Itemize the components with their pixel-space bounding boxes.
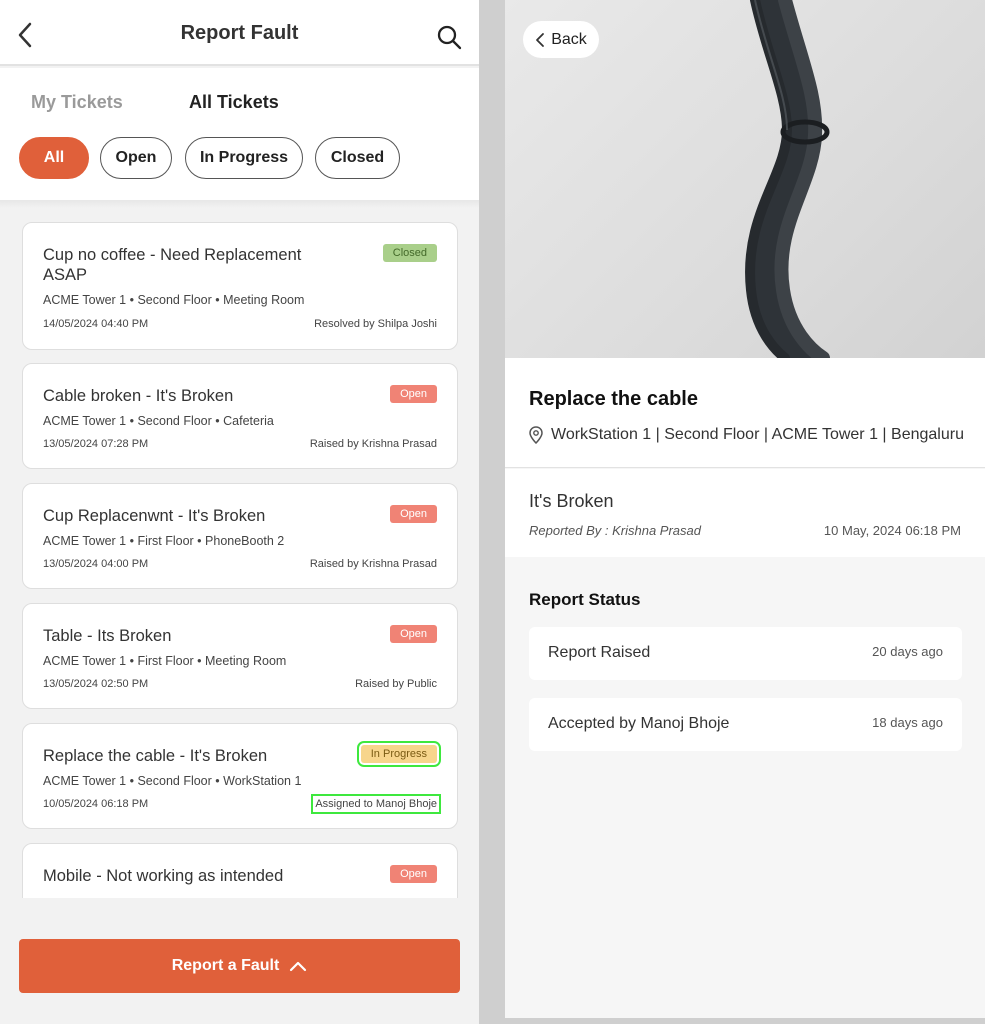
address-text: WorkStation 1 | Second Floor | ACME Towe… xyxy=(551,426,964,443)
back-button[interactable]: Back xyxy=(523,21,599,58)
ticket-location: ACME Tower 1 • First Floor • Meeting Roo… xyxy=(43,654,287,668)
ticket-list-panel: Report Fault My Tickets All Tickets All … xyxy=(0,0,479,1024)
ticket-description: It's Broken Reported By : Krishna Prasad… xyxy=(505,469,985,557)
ticket-title: Replace the cable - It's Broken xyxy=(43,747,268,765)
filter-open-button[interactable]: Open xyxy=(100,137,172,179)
back-label: Back xyxy=(551,30,587,48)
ticket-title: Cable broken - It's Broken xyxy=(43,387,234,405)
ticket-title: Cup no coffee - Need Replacement ASAP xyxy=(43,246,302,284)
ticket-card[interactable]: Cup no coffee - Need Replacement ASAP Cl… xyxy=(22,222,458,350)
reported-by: Reported By : Krishna Prasad xyxy=(529,523,701,538)
ticket-location: ACME Tower 1 • Second Floor • WorkStatio… xyxy=(43,774,302,788)
ticket-location: ACME Tower 1 • First Floor • PhoneBooth … xyxy=(43,534,285,548)
ticket-date: 10/05/2024 06:18 PM xyxy=(43,798,149,810)
divider xyxy=(0,200,479,208)
status-label: Accepted by Manoj Bhoje xyxy=(548,715,730,732)
filter-closed-button[interactable]: Closed xyxy=(315,137,400,179)
chevron-up-icon xyxy=(290,961,307,972)
ticket-person: Raised by Krishna Prasad xyxy=(309,558,437,570)
ticket-date: 13/05/2024 02:50 PM xyxy=(43,678,149,690)
search-icon[interactable] xyxy=(436,24,462,50)
status-badge: In Progress xyxy=(356,741,442,767)
status-label: Report Raised xyxy=(548,644,651,661)
reported-date: 10 May, 2024 06:18 PM xyxy=(823,523,961,538)
tab-all-tickets[interactable]: All Tickets xyxy=(189,92,279,113)
description-text: It's Broken xyxy=(529,491,614,511)
ticket-title: Table - Its Broken xyxy=(43,627,172,645)
location-pin-icon xyxy=(529,426,543,444)
ticket-detail-panel: Back Replace the cable WorkStation 1 | S… xyxy=(505,0,985,1018)
status-badge: Closed xyxy=(382,244,437,262)
ticket-card[interactable]: Replace the cable - It's Broken In Progr… xyxy=(22,723,458,829)
ticket-date: 13/05/2024 07:28 PM xyxy=(43,438,149,450)
top-bar: Report Fault xyxy=(0,0,479,66)
status-time: 18 days ago xyxy=(872,715,943,730)
ticket-person: Raised by Krishna Prasad xyxy=(309,438,437,450)
status-time: 20 days ago xyxy=(872,644,943,659)
ticket-person: Assigned to Manoj Bhoje xyxy=(311,794,441,814)
page-title: Report Fault xyxy=(180,22,299,44)
ticket-date: 13/05/2024 04:00 PM xyxy=(43,558,149,570)
ticket-title: Mobile - Not working as intended xyxy=(43,867,284,885)
ticket-person: Raised by Public xyxy=(355,678,437,690)
status-item: Accepted by Manoj Bhoje 18 days ago xyxy=(529,698,962,751)
status-badge: Open xyxy=(390,865,437,883)
filter-all-button[interactable]: All xyxy=(19,137,89,179)
status-badge: Open xyxy=(390,385,437,403)
ticket-info: Replace the cable WorkStation 1 | Second… xyxy=(505,358,985,468)
ticket-list[interactable]: Cup no coffee - Need Replacement ASAP Cl… xyxy=(22,222,458,898)
ticket-card[interactable]: Mobile - Not working as intended Open xyxy=(22,843,458,898)
status-badge: Open xyxy=(390,625,437,643)
ticket-location: ACME Tower 1 • Second Floor • Cafeteria xyxy=(43,414,274,428)
filter-section: My Tickets All Tickets All Open In Progr… xyxy=(0,68,479,200)
report-fault-label: Report a Fault xyxy=(171,957,280,974)
filter-in-progress-button[interactable]: In Progress xyxy=(185,137,303,179)
ticket-card[interactable]: Table - Its Broken Open ACME Tower 1 • F… xyxy=(22,603,458,709)
ticket-card[interactable]: Cup Replacenwnt - It's Broken Open ACME … xyxy=(22,483,458,589)
ticket-title: Cup Replacenwnt - It's Broken xyxy=(43,507,266,525)
ticket-date: 14/05/2024 04:40 PM xyxy=(43,318,149,330)
report-fault-button[interactable]: Report a Fault xyxy=(19,939,460,993)
ticket-detail-title: Replace the cable xyxy=(529,388,698,410)
status-badge: Open xyxy=(390,505,437,523)
report-status-heading: Report Status xyxy=(529,590,641,609)
chevron-left-icon xyxy=(536,32,545,47)
ticket-location: ACME Tower 1 • Second Floor • Meeting Ro… xyxy=(43,293,305,307)
fault-photo: Back xyxy=(505,0,985,358)
ticket-person: Resolved by Shilpa Joshi xyxy=(314,318,437,330)
ticket-address: WorkStation 1 | Second Floor | ACME Towe… xyxy=(529,426,964,444)
tab-my-tickets[interactable]: My Tickets xyxy=(31,92,123,113)
status-item: Report Raised 20 days ago xyxy=(529,627,962,680)
ticket-card[interactable]: Cable broken - It's Broken Open ACME Tow… xyxy=(22,363,458,469)
